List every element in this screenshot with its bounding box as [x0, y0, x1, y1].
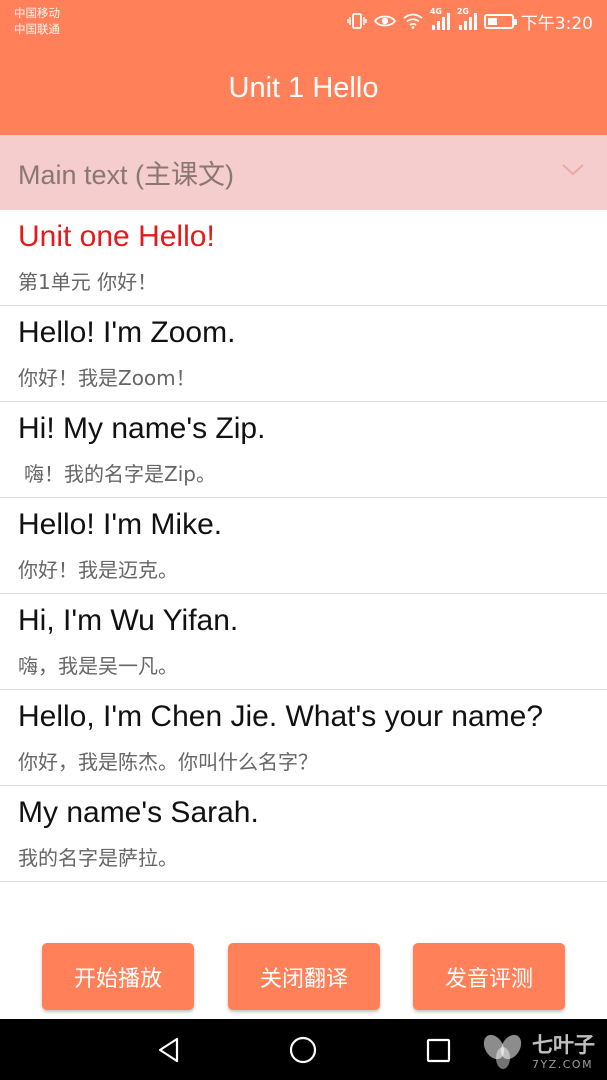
navigation-bar: 七叶子 7YZ.COM [0, 1019, 607, 1080]
page-title: Unit 1 Hello [228, 71, 379, 104]
network-tag-2: 2G [456, 7, 469, 16]
sentence-chinese: 你好！我是Zoom！ [18, 366, 196, 390]
recents-icon[interactable] [425, 1036, 453, 1068]
chevron-down-icon [561, 162, 585, 181]
toggle-translation-button[interactable]: 关闭翻译 [228, 943, 380, 1010]
carrier-1: 中国移动 [14, 6, 60, 20]
section-dropdown[interactable]: Main text (主课文) [0, 135, 607, 210]
app-screen: 中国移动 中国联通 4G 2G 下午3:20 Unit 1 Hello Main… [0, 0, 607, 1080]
carrier-2: 中国联通 [14, 22, 60, 36]
network-tag-1: 4G [429, 7, 442, 16]
sentence-english: My name's Sarah. [18, 796, 259, 829]
sentence-list: Unit one Hello! 第1单元 你好！ Hello! I'm Zoom… [0, 210, 607, 882]
sentence-row[interactable]: Hello! I'm Zoom. 你好！我是Zoom！ [0, 306, 607, 402]
vibrate-icon [347, 12, 367, 30]
sentence-row[interactable]: Unit one Hello! 第1单元 你好！ [0, 210, 607, 306]
sentence-chinese: 嗨，我是吴一凡。 [18, 654, 178, 678]
pronunciation-test-button[interactable]: 发音评测 [413, 943, 565, 1010]
sentence-english: Unit one Hello! [18, 220, 215, 253]
status-time: 下午3:20 [520, 13, 593, 34]
signal-icon: 4G [430, 7, 450, 30]
sentence-chinese: 我的名字是萨拉。 [18, 846, 178, 870]
title-bar: Unit 1 Hello [0, 42, 607, 135]
leaf-logo-icon [480, 1027, 526, 1077]
watermark-en: 7YZ.COM [532, 1057, 594, 1071]
signal-icon: 2G [457, 7, 477, 30]
sentence-chinese: 你好！我是迈克。 [18, 558, 178, 582]
sentence-row[interactable]: Hi, I'm Wu Yifan. 嗨，我是吴一凡。 [0, 594, 607, 690]
sentence-chinese: 第1单元 你好！ [18, 270, 158, 294]
watermark-cn: 七叶子 [532, 1032, 595, 1057]
sentence-english: Hello! I'm Mike. [18, 508, 223, 541]
sentence-row[interactable]: My name's Sarah. 我的名字是萨拉。 [0, 786, 607, 882]
status-icons: 4G 2G 下午3:20 [347, 7, 593, 34]
sentence-row[interactable]: Hi! My name's Zip. 嗨！我的名字是Zip。 [0, 402, 607, 498]
battery-icon [483, 13, 517, 29]
watermark: 七叶子 7YZ.COM [480, 1027, 595, 1077]
sentence-english: Hi, I'm Wu Yifan. [18, 604, 239, 637]
home-icon[interactable] [288, 1036, 318, 1068]
sentence-english: Hello! I'm Zoom. [18, 316, 236, 349]
start-playback-button[interactable]: 开始播放 [42, 943, 194, 1010]
action-button-row: 开始播放 关闭翻译 发音评测 [0, 943, 607, 1010]
sentence-row[interactable]: Hello! I'm Mike. 你好！我是迈克。 [0, 498, 607, 594]
status-bar: 中国移动 中国联通 4G 2G 下午3:20 [0, 0, 607, 42]
carrier-info: 中国移动 中国联通 [14, 5, 60, 37]
sentence-row[interactable]: Hello, I'm Chen Jie. What's your name? 你… [0, 690, 607, 786]
back-icon[interactable] [155, 1036, 183, 1068]
section-label: Main text (主课文) [18, 160, 235, 190]
sentence-english: Hello, I'm Chen Jie. What's your name? [18, 700, 543, 733]
sentence-chinese: 你好，我是陈杰。你叫什么名字？ [18, 750, 318, 774]
watermark-text: 七叶子 7YZ.COM [532, 1032, 595, 1071]
wifi-icon [403, 13, 423, 29]
sentence-chinese: 嗨！我的名字是Zip。 [24, 462, 216, 486]
sentence-english: Hi! My name's Zip. [18, 412, 266, 445]
eye-icon [373, 13, 396, 29]
